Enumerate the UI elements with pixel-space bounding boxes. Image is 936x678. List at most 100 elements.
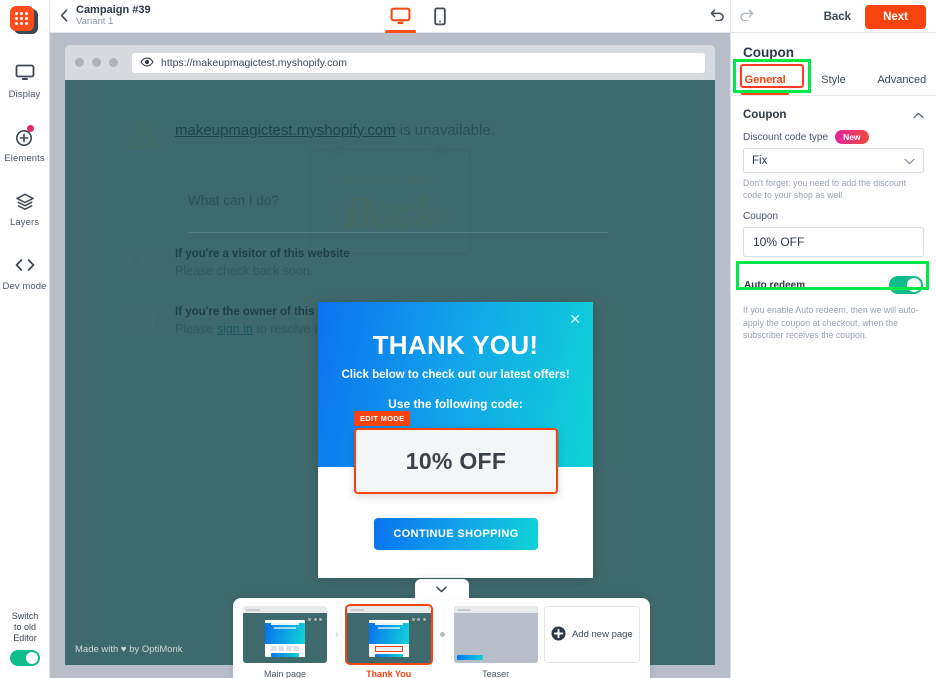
sidebar-item-display[interactable]: Display — [0, 62, 50, 100]
canvas-area: https://makeupmagictest.myshopify.com WE… — [50, 33, 730, 678]
coupon-section-title: Coupon — [743, 109, 787, 121]
tab-general[interactable]: General — [731, 68, 799, 95]
discount-code-type-field: Discount code type New Fix Don't forget:… — [731, 130, 936, 201]
visitor-info-text: If you're a visitor of this website Plea… — [175, 248, 350, 278]
eye-icon — [140, 54, 154, 72]
coupon-code-input[interactable] — [743, 227, 924, 257]
sign-in-link[interactable]: sign in — [217, 322, 253, 336]
sidebar-item-dev-mode[interactable]: Dev mode — [0, 254, 50, 292]
optimonk-logo-icon[interactable] — [9, 6, 40, 36]
left-sidebar: Display Elements Layers Dev mode Switch … — [0, 0, 50, 678]
device-toggle-group — [385, 0, 447, 33]
device-toggle-desktop[interactable] — [385, 0, 416, 33]
coupon-display-box[interactable]: 10% OFF — [354, 428, 558, 494]
warning-triangle-icon — [127, 122, 157, 154]
auto-redeem-row: Auto redeem — [734, 270, 933, 300]
sidebar-item-elements[interactable]: Elements — [0, 125, 50, 164]
switch-editor-label-2: to old — [13, 622, 37, 632]
sidebar-item-label: Display — [8, 89, 41, 100]
browser-preview: https://makeupmagictest.myshopify.com WE… — [65, 45, 715, 665]
visitor-info-body: Please check back soon. — [175, 264, 314, 278]
page-name-label: Main page — [263, 669, 307, 678]
panel-title: Coupon — [743, 45, 794, 60]
switch-editor-label-1: Switch — [11, 611, 39, 621]
browser-traffic-lights — [75, 58, 118, 67]
store-domain-link[interactable]: makeupmagictest.myshopify.com — [175, 122, 396, 139]
popup-subheading: Click below to check out our latest offe… — [341, 369, 570, 381]
popup-use-code-text: Use the following code: — [388, 397, 523, 411]
chevron-up-icon[interactable] — [913, 106, 924, 124]
sidebar-item-label: Dev mode — [2, 281, 47, 292]
add-new-page-button[interactable]: Add new page — [543, 606, 640, 663]
page-name-label: Thank You — [366, 669, 412, 678]
sidebar-item-label: Layers — [9, 217, 40, 228]
browser-chrome: https://makeupmagictest.myshopify.com — [65, 45, 715, 80]
auto-redeem-toggle[interactable] — [889, 276, 923, 294]
switch-editor-toggle[interactable] — [10, 650, 40, 666]
next-button[interactable]: Next — [865, 4, 926, 29]
page-card-thank-you[interactable]: Thank You — [344, 604, 433, 678]
chevron-right-icon: › — [335, 628, 339, 641]
code-brackets-icon — [14, 254, 36, 276]
plus-circle-icon — [15, 125, 35, 148]
add-new-page-label: Add new page — [571, 629, 633, 640]
coupon-code-label: Coupon — [743, 211, 779, 222]
svg-text:WE'LL BE: WE'LL BE — [347, 172, 432, 187]
elements-notification-badge — [26, 125, 34, 132]
page-name-label: Teaser — [482, 669, 510, 678]
sidebar-item-layers[interactable]: Layers — [0, 190, 50, 228]
auto-redeem-label: Auto redeem — [744, 279, 806, 291]
chevron-down-icon — [904, 152, 915, 170]
shopify-unavailable-page: WE'LL BE Back makeupmagictest.myshopify.… — [65, 80, 715, 665]
discount-code-type-label: Discount code type — [743, 131, 829, 143]
switch-to-old-editor[interactable]: Switch to old Editor — [0, 611, 50, 666]
device-toggle-mobile[interactable] — [433, 0, 447, 33]
monitor-icon — [15, 62, 35, 84]
back-button[interactable]: Back — [824, 11, 852, 23]
close-x-icon[interactable]: ✕ — [569, 312, 581, 326]
page-thumbnail[interactable] — [243, 606, 327, 663]
error-main-row: makeupmagictest.myshopify.com is unavail… — [127, 122, 495, 154]
thank-you-popup: ✕ THANK YOU! Click below to check out ou… — [318, 302, 593, 578]
coupon-code-field: Coupon — [731, 211, 936, 257]
settings-panel: Coupon General Style Advanced Coupon Dis… — [730, 33, 936, 678]
coupon-display-value: 10% OFF — [405, 447, 507, 474]
url-text: https://makeupmagictest.myshopify.com — [161, 56, 347, 69]
visitor-info-row: If you're a visitor of this website Plea… — [127, 248, 350, 283]
discount-code-type-select[interactable]: Fix — [743, 148, 924, 173]
dot-icon — [437, 606, 448, 663]
topbar-actions: Back Next — [730, 0, 936, 33]
page-tray: Main page › Thank You Teaser Add new pag… — [233, 579, 650, 678]
page-card-teaser[interactable]: Teaser — [453, 606, 538, 678]
top-toolbar: Campaign #39 Variant 1 Back Next — [50, 0, 936, 33]
campaign-variant: Variant 1 — [76, 15, 114, 27]
error-question: What can I do? — [188, 193, 279, 208]
visitor-info-heading: If you're a visitor of this website — [175, 248, 350, 260]
editor-app: Display Elements Layers Dev mode Switch … — [0, 0, 936, 678]
optimonk-watermark: Made with ♥ by OptiMonk — [75, 644, 183, 655]
owner-body-pre: Please — [175, 322, 217, 336]
url-bar[interactable]: https://makeupmagictest.myshopify.com — [132, 52, 705, 73]
page-thumbnail[interactable] — [344, 604, 433, 665]
tab-advanced[interactable]: Advanced — [868, 68, 936, 95]
continue-shopping-button[interactable]: CONTINUE SHOPPING — [374, 518, 538, 550]
page-thumbnail[interactable] — [453, 606, 538, 663]
undo-arrow-icon[interactable] — [710, 8, 725, 26]
svg-text:Back: Back — [343, 188, 437, 237]
panel-tabs: General Style Advanced — [731, 68, 936, 96]
store-icon — [127, 306, 157, 341]
campaign-info: Campaign #39 Variant 1 — [76, 4, 151, 28]
tab-style[interactable]: Style — [799, 68, 867, 95]
auto-redeem-hint: If you enable Auto redeem, then we will … — [743, 305, 919, 340]
layers-icon — [15, 190, 35, 212]
popup-heading: THANK YOU! — [372, 330, 539, 360]
error-heading: makeupmagictest.myshopify.com is unavail… — [175, 122, 495, 139]
switch-editor-label-3: Editor — [13, 633, 37, 643]
discount-code-type-value: Fix — [752, 154, 768, 167]
chevron-down-icon[interactable] — [414, 579, 469, 599]
clock-icon — [127, 248, 157, 283]
coupon-section-header[interactable]: Coupon — [731, 96, 936, 130]
page-card-main[interactable]: Main page — [243, 606, 327, 678]
chevron-left-icon[interactable] — [60, 8, 68, 24]
edit-mode-badge: EDIT MODE — [354, 411, 411, 426]
